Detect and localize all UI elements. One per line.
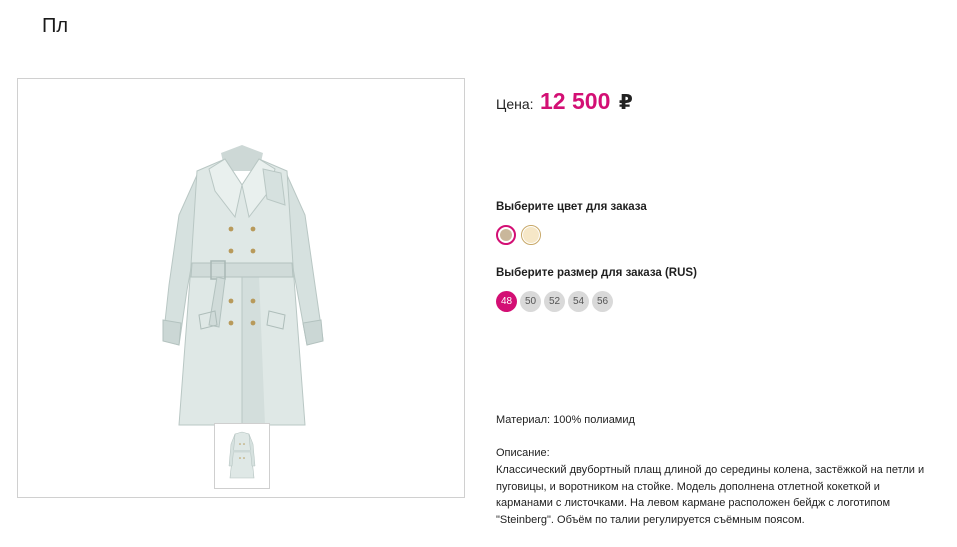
color-swatch-1[interactable] — [496, 225, 516, 245]
size-option-50[interactable]: 50 — [520, 291, 541, 312]
color-swatch-2-fill — [523, 227, 539, 243]
color-swatch-2[interactable] — [521, 225, 541, 245]
color-select-label: Выберите цвет для заказа — [496, 201, 647, 213]
material-info: Материал: 100% полиамид — [496, 414, 635, 426]
color-swatch-1-fill — [500, 229, 512, 241]
size-option-52[interactable]: 52 — [544, 291, 565, 312]
ruble-icon: ₽ — [618, 92, 633, 114]
price-value: 12 500 — [540, 88, 611, 114]
description-text: Классический двубортный плащ длиной до с… — [496, 464, 925, 526]
size-select-label: Выберите размер для заказа (RUS) — [496, 267, 697, 279]
size-option-56[interactable]: 56 — [592, 291, 613, 312]
product-page: Пл Цена: 12 500 ₽ Выберите цвет для зака… — [0, 0, 957, 547]
price-label: Цена: — [496, 96, 534, 112]
trench-coat-image[interactable] — [135, 125, 349, 455]
price-row: Цена: 12 500 ₽ — [496, 88, 633, 115]
page-title: Пл — [42, 15, 68, 37]
size-option-48[interactable]: 48 — [496, 291, 517, 312]
product-gallery — [17, 78, 465, 498]
description-heading: Описание: — [496, 447, 550, 459]
size-option-54[interactable]: 54 — [568, 291, 589, 312]
trench-coat-thumbnail[interactable] — [214, 423, 270, 489]
